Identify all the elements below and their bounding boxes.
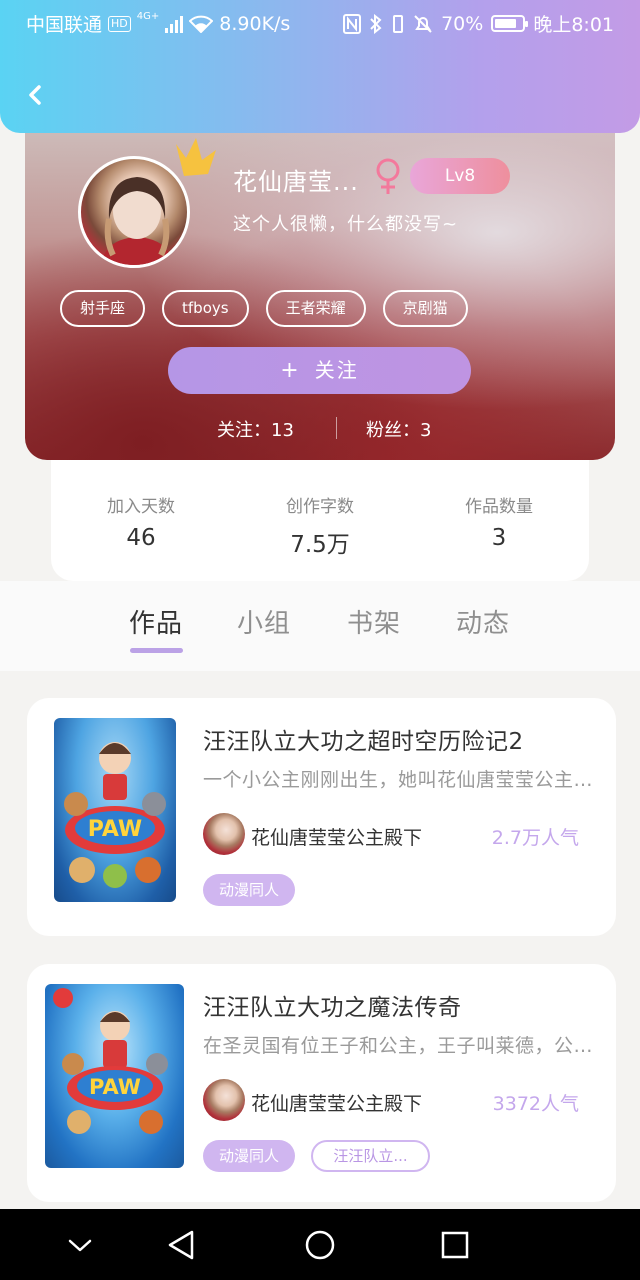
- tag-chip[interactable]: 京剧猫: [382, 290, 468, 327]
- tab-indicator: [130, 648, 183, 653]
- chevron-down-icon: [68, 1239, 92, 1252]
- stat-works-count: 作品数量 3: [409, 492, 589, 551]
- following-count[interactable]: 关注：13: [217, 416, 294, 442]
- work-description: 在圣灵国有位王子和公主，王子叫莱德，公主叫: [203, 1035, 593, 1057]
- work-card[interactable]: PAW 汪汪队立大功之超时空历险记2 一个小公主刚刚出生，她叫花仙唐莹莹公主殿下…: [27, 698, 616, 936]
- author-avatar[interactable]: [203, 813, 245, 855]
- work-cover-image[interactable]: PAW: [54, 718, 176, 902]
- nickname: 花仙唐莹...: [233, 168, 359, 196]
- profile-card: 花仙唐莹... Lv8 这个人很懒，什么都没写~ 射手座 tfboys 王者荣耀…: [25, 110, 615, 460]
- divider: [336, 417, 337, 439]
- mute-icon: [414, 14, 432, 33]
- stats-card: 加入天数 46 创作字数 7.5万 作品数量 3: [51, 440, 589, 581]
- author-name[interactable]: 花仙唐莹莹公主殿下: [251, 1089, 422, 1116]
- stat-label: 创作字数: [286, 497, 354, 517]
- popularity-count: 3372人气: [492, 1093, 579, 1115]
- stat-label: 加入天数: [107, 497, 175, 517]
- network-type: 4G+: [136, 11, 160, 22]
- bluetooth-icon: [370, 13, 382, 34]
- stat-value: 3: [491, 525, 507, 551]
- svg-text:PAW: PAW: [89, 1075, 141, 1099]
- carrier-label: 中国联通: [26, 14, 103, 36]
- tag-list: 射手座 tfboys 王者荣耀 京剧猫: [60, 290, 468, 327]
- collapse-button[interactable]: [62, 1227, 98, 1263]
- tab-activity[interactable]: 动态: [456, 603, 510, 640]
- stat-word-count: 创作字数 7.5万: [230, 492, 410, 559]
- stat-value: 46: [126, 525, 156, 551]
- author-name[interactable]: 花仙唐莹莹公主殿下: [251, 823, 422, 850]
- category-chip[interactable]: 动漫同人: [203, 874, 296, 906]
- follow-button[interactable]: + 关注: [168, 347, 471, 394]
- circle-home-icon: [305, 1230, 335, 1260]
- work-card[interactable]: PAW 汪汪队立大功之魔法传奇 在圣灵国有位王子和公主，王子叫莱德，公主叫 花仙…: [27, 964, 616, 1202]
- square-recents-icon: [441, 1231, 469, 1259]
- wifi-icon: [189, 15, 214, 33]
- svg-text:PAW: PAW: [88, 817, 142, 842]
- popularity-count: 2.7万人气: [491, 827, 579, 849]
- status-bar: 中国联通 HD 4G+ 8.90K/s 70% 晚上8:01: [0, 0, 640, 44]
- tag-chip[interactable]: tfboys: [162, 290, 249, 327]
- recents-nav-button[interactable]: [437, 1227, 473, 1263]
- topic-chip[interactable]: 汪汪队立...: [311, 1140, 430, 1172]
- tab-bookshelf[interactable]: 书架: [347, 603, 401, 640]
- stat-value: 7.5万: [290, 532, 350, 558]
- bio-text: 这个人很懒，什么都没写~: [233, 214, 459, 235]
- follow-counts: 关注：13 粉丝：3: [25, 413, 615, 443]
- category-chip[interactable]: 动漫同人: [203, 1140, 296, 1172]
- tag-chip[interactable]: 王者荣耀: [265, 290, 366, 327]
- chevron-left-icon: [29, 85, 41, 105]
- nfc-icon: [343, 13, 362, 34]
- crown-icon: [176, 138, 216, 176]
- tab-bar: 作品 小组 书架 动态: [0, 581, 640, 671]
- back-button[interactable]: [18, 76, 58, 116]
- back-nav-button[interactable]: [164, 1227, 200, 1263]
- network-speed: 8.90K/s: [219, 12, 291, 35]
- triangle-back-icon: [168, 1230, 194, 1260]
- follow-label: 关注: [314, 358, 359, 382]
- hd-badge: HD: [108, 15, 131, 32]
- fans-count[interactable]: 粉丝：3: [366, 416, 431, 442]
- signal-icon: [165, 15, 184, 33]
- work-description: 一个小公主刚刚出生，她叫花仙唐莹莹公主殿下: [203, 769, 593, 791]
- plus-icon: +: [280, 358, 301, 383]
- battery-percent: 70%: [441, 12, 484, 35]
- work-title[interactable]: 汪汪队立大功之超时空历险记2: [203, 722, 524, 756]
- author-avatar[interactable]: [203, 1079, 245, 1121]
- cover-art: PAW: [53, 988, 168, 1134]
- female-icon: [376, 158, 400, 194]
- battery-icon: [491, 15, 529, 32]
- stat-label: 作品数量: [465, 497, 533, 517]
- vibrate-icon: [393, 14, 404, 33]
- clock: 晚上8:01: [533, 14, 614, 36]
- work-title[interactable]: 汪汪队立大功之魔法传奇: [203, 988, 462, 1022]
- work-cover-image[interactable]: PAW: [45, 984, 184, 1168]
- home-nav-button[interactable]: [302, 1227, 338, 1263]
- tab-works[interactable]: 作品: [129, 603, 183, 640]
- tab-groups[interactable]: 小组: [237, 603, 291, 640]
- stat-join-days: 加入天数 46: [51, 492, 231, 551]
- level-badge: Lv8: [410, 158, 510, 194]
- tag-chip[interactable]: 射手座: [60, 290, 146, 327]
- cover-art: PAW: [64, 742, 166, 888]
- system-nav-bar: [0, 1209, 640, 1280]
